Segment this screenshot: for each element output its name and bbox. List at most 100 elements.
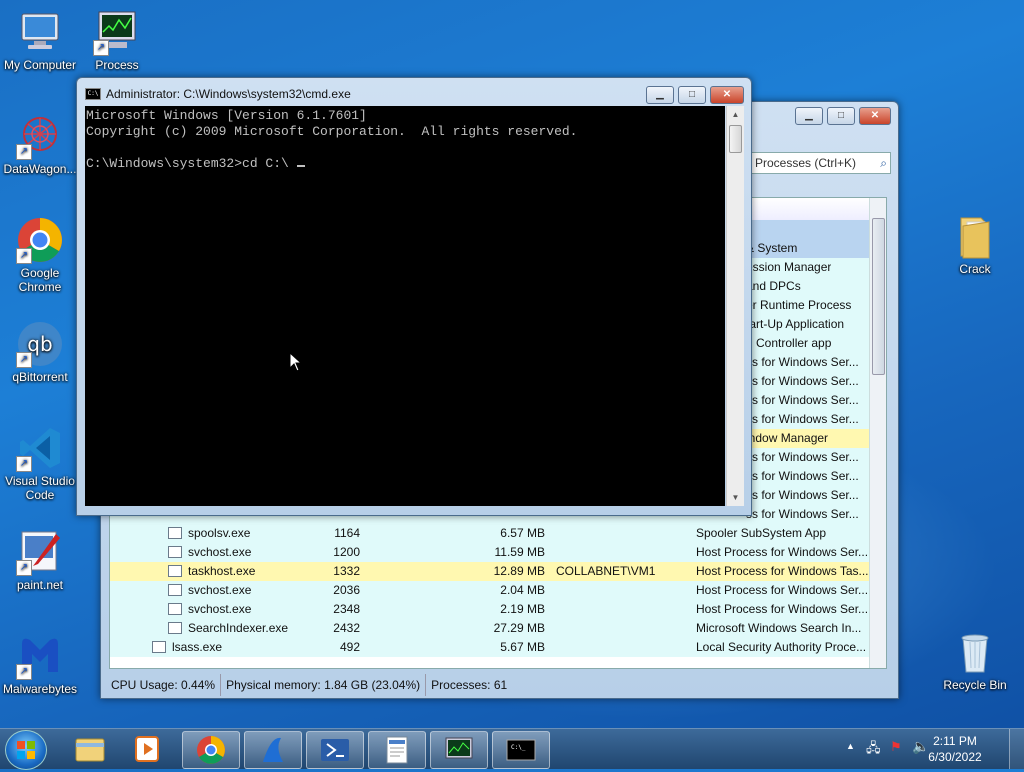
svg-text:C:\_: C:\_ <box>511 744 526 751</box>
table-row[interactable]: svchost.exe 1200 11.59 MB Host Process f… <box>110 543 870 562</box>
paintnet-icon[interactable]: ↗ paint.net <box>0 528 80 592</box>
process-pid: 1164 <box>334 526 360 540</box>
cmd-titlebar[interactable]: C:\ Administrator: C:\Windows\system32\c… <box>77 78 637 104</box>
taskbar-process-monitor[interactable] <box>430 731 488 769</box>
start-button[interactable] <box>5 730 47 770</box>
clock-date: 6/30/2022 <box>928 750 982 764</box>
process-search-input[interactable]: Processes (Ctrl+K) ⌕ <box>739 152 891 174</box>
process-name: svchost.exe <box>168 600 251 619</box>
show-desktop-button[interactable] <box>1009 729 1024 769</box>
crack-label: Crack <box>959 262 991 276</box>
process-list-scrollbar[interactable] <box>869 198 886 668</box>
crack-folder-icon[interactable]: Crack <box>935 212 1015 276</box>
vscode-icon[interactable]: ↗ Visual Studio Code <box>0 424 80 502</box>
memory-status: Physical memory: 1.84 GB (23.04%) <box>221 674 427 696</box>
search-icon[interactable]: ⌕ <box>880 153 887 173</box>
minimize-button[interactable]: ▁ <box>646 86 674 104</box>
paintnet-label: paint.net <box>16 578 64 592</box>
process-description: & System <box>746 241 798 255</box>
table-row[interactable]: svchost.exe 2348 2.19 MB Host Process fo… <box>110 600 870 619</box>
taskbar-chrome[interactable] <box>182 731 240 769</box>
maximize-button[interactable]: □ <box>827 107 855 125</box>
status-bar: CPU Usage: 0.44% Physical memory: 1.84 GB… <box>106 674 886 696</box>
process-name: svchost.exe <box>168 543 251 562</box>
taskbar-cmd[interactable]: C:\_ <box>492 731 550 769</box>
process-description: ss for Windows Ser... <box>746 507 859 521</box>
process-icon-glyph <box>152 640 166 653</box>
show-hidden-icons-icon[interactable]: ▲ <box>846 741 855 751</box>
console-output[interactable]: Microsoft Windows [Version 6.1.7601] Cop… <box>85 106 725 506</box>
malwarebytes-icon[interactable]: ↗ Malwarebytes <box>0 632 80 696</box>
table-row[interactable]: SearchIndexer.exe 2432 27.29 MB Microsof… <box>110 619 870 638</box>
monitor-chart-icon: ↗ <box>93 8 141 56</box>
table-row[interactable]: svchost.exe 2036 2.04 MB Host Process fo… <box>110 581 870 600</box>
computer-icon <box>16 8 64 56</box>
qb-logo-icon: qb ↗ <box>16 320 64 368</box>
process-memory: 2.19 MB <box>500 602 545 616</box>
taskbar-powershell[interactable] <box>306 731 364 769</box>
process-icon-glyph <box>168 583 182 596</box>
taskbar-document-app[interactable] <box>368 731 426 769</box>
process-memory: 6.57 MB <box>500 526 545 540</box>
chrome-icon[interactable]: ↗ Google Chrome <box>0 216 80 294</box>
close-button[interactable]: ✕ <box>859 107 891 125</box>
datawagon-label: DataWagon... <box>3 162 77 176</box>
my-computer-icon[interactable]: My Computer <box>0 8 80 72</box>
process-memory: 11.59 MB <box>494 545 545 559</box>
console-prompt-line: C:\Windows\system32>cd C:\ <box>86 156 305 172</box>
shortcut-arrow-icon: ↗ <box>16 248 32 264</box>
shortcut-arrow-icon: ↗ <box>16 144 32 160</box>
folder-icon <box>75 738 105 762</box>
process-description: ss for Windows Ser... <box>746 450 859 464</box>
process-description: d Controller app <box>746 336 832 350</box>
taskbar-datawagon[interactable] <box>244 731 302 769</box>
process-description: tart-Up Application <box>746 317 845 331</box>
clock-time: 2:11 PM <box>933 734 977 748</box>
scroll-down-icon[interactable]: ▼ <box>727 489 744 506</box>
cmd-title: Administrator: C:\Windows\system32\cmd.e… <box>106 87 351 101</box>
process-icon-glyph <box>168 564 182 577</box>
process-description: Spooler SubSystem App <box>696 526 827 540</box>
scrollbar-thumb[interactable] <box>729 125 742 153</box>
action-center-flag-icon[interactable]: ⚑ <box>890 739 902 755</box>
process-pid: 1200 <box>333 545 360 559</box>
process-description: ss for Windows Ser... <box>746 469 859 483</box>
shortcut-arrow-icon: ↗ <box>16 352 32 368</box>
qbittorrent-icon[interactable]: qb ↗ qBittorrent <box>0 320 80 384</box>
process-icon-glyph <box>168 526 182 539</box>
taskbar-explorer[interactable] <box>62 731 118 767</box>
scrollbar-thumb[interactable] <box>872 218 885 375</box>
process-icon-glyph <box>168 602 182 615</box>
maximize-button[interactable]: □ <box>678 86 706 104</box>
table-row[interactable]: taskhost.exe 1332 12.89 MB COLLABNET\VM1… <box>110 562 870 581</box>
mouse-pointer-icon <box>242 336 303 393</box>
process-name: spoolsv.exe <box>168 524 250 543</box>
powershell-icon <box>321 739 349 761</box>
table-row[interactable]: spoolsv.exe 1164 6.57 MB Spooler SubSyst… <box>110 524 870 543</box>
network-icon[interactable]: 🖧 <box>866 739 881 761</box>
console-line: Copyright (c) 2009 Microsoft Corporation… <box>86 124 578 139</box>
recycle-bin-icon[interactable]: Recycle Bin <box>935 628 1015 692</box>
process-memory: 12.89 MB <box>493 564 545 578</box>
process-memory: 2.04 MB <box>500 583 545 597</box>
scroll-up-icon[interactable]: ▲ <box>727 106 744 123</box>
datawagon-icon[interactable]: ↗ DataWagon... <box>0 112 80 176</box>
console-scrollbar[interactable]: ▲ ▼ <box>726 106 744 506</box>
process-memory: 27.29 MB <box>493 621 545 635</box>
process-description: ss for Windows Ser... <box>746 412 859 426</box>
chrome-logo-icon <box>197 736 225 764</box>
minimize-button[interactable]: ▁ <box>795 107 823 125</box>
process-icon[interactable]: ↗ Process <box>77 8 157 72</box>
process-description: and DPCs <box>746 279 801 293</box>
process-description: Host Process for Windows Ser... <box>696 583 868 597</box>
close-button[interactable]: ✕ <box>710 86 744 104</box>
process-pid: 2348 <box>333 602 360 616</box>
taskbar-media-player[interactable] <box>120 731 176 767</box>
process-description: ss for Windows Ser... <box>746 374 859 388</box>
media-player-icon <box>135 736 159 762</box>
chrome-logo-icon: ↗ <box>16 216 64 264</box>
process-description: Host Process for Windows Ser... <box>696 545 868 559</box>
system-clock[interactable]: 2:11 PM 6/30/2022 <box>920 733 990 765</box>
process-pid: 492 <box>339 640 360 654</box>
table-row[interactable]: lsass.exe 492 5.67 MB Local Security Aut… <box>110 638 870 657</box>
